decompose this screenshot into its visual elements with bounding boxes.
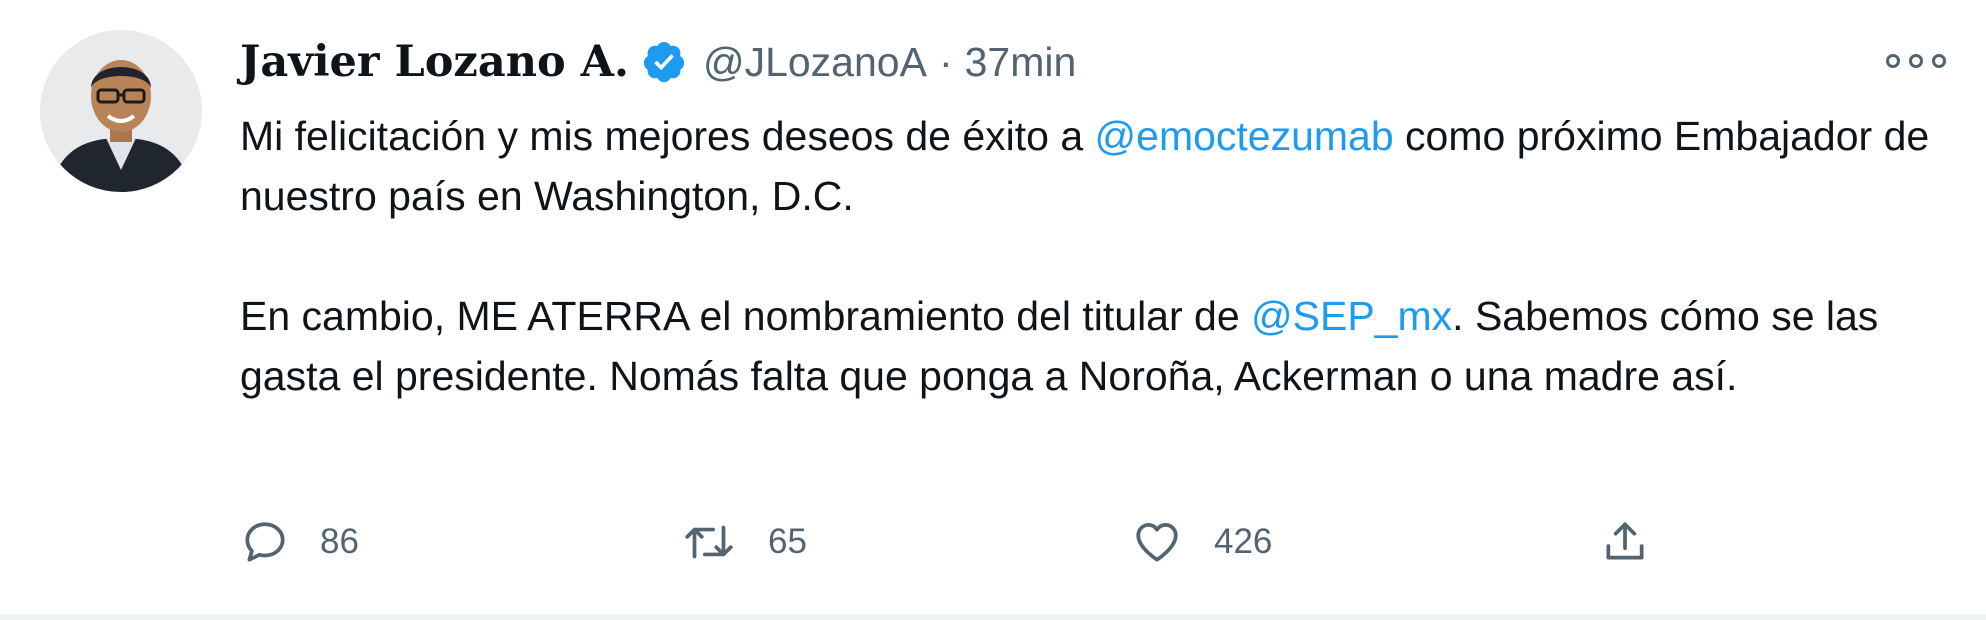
tweet-card[interactable]: Javier Lozano A. @JLozanoA · 37min Mi fe…	[0, 0, 1986, 620]
reply-count: 86	[320, 522, 359, 561]
text-segment: Mi felicitación y mis mejores deseos de …	[240, 113, 1095, 159]
tweet-text: Mi felicitación y mis mejores deseos de …	[240, 106, 1946, 406]
tweet-paragraph-1: Mi felicitación y mis mejores deseos de …	[240, 106, 1946, 226]
author-handle[interactable]: @JLozanoA	[703, 39, 927, 86]
retweet-button[interactable]: 65	[680, 510, 807, 574]
reply-button[interactable]: 86	[240, 510, 359, 574]
author-display-name[interactable]: Javier Lozano A.	[240, 37, 629, 87]
share-button[interactable]	[1600, 510, 1650, 574]
reply-icon	[245, 522, 285, 562]
bottom-divider	[0, 614, 1986, 620]
more-dot	[1886, 54, 1900, 68]
person-avatar-icon	[40, 30, 202, 192]
like-button[interactable]: 426	[1130, 510, 1272, 574]
share-icon	[1606, 522, 1644, 560]
mention-link-sep-mx[interactable]: @SEP_mx	[1251, 293, 1452, 339]
tweet-actions: 86 65 426	[240, 510, 1660, 574]
tweet-timestamp[interactable]: 37min	[965, 39, 1077, 86]
tweet-paragraph-2: En cambio, ME ATERRA el nombramiento del…	[240, 286, 1946, 406]
tweet-header: Javier Lozano A. @JLozanoA · 37min	[240, 26, 1946, 98]
verified-badge-icon	[643, 41, 685, 83]
retweet-count: 65	[768, 522, 807, 561]
mention-link-emoctezumab[interactable]: @emoctezumab	[1095, 113, 1394, 159]
header-separator: ·	[938, 38, 953, 85]
retweet-icon	[685, 525, 733, 559]
text-segment: En cambio, ME ATERRA el nombramiento del…	[240, 293, 1252, 339]
more-dot	[1909, 54, 1923, 68]
tweet-content: Javier Lozano A. @JLozanoA · 37min Mi fe…	[240, 26, 1946, 562]
author-avatar[interactable]	[40, 30, 202, 192]
heart-icon	[1136, 523, 1178, 562]
more-dot	[1932, 54, 1946, 68]
more-options-icon[interactable]	[1886, 46, 1946, 76]
like-count: 426	[1214, 522, 1273, 561]
